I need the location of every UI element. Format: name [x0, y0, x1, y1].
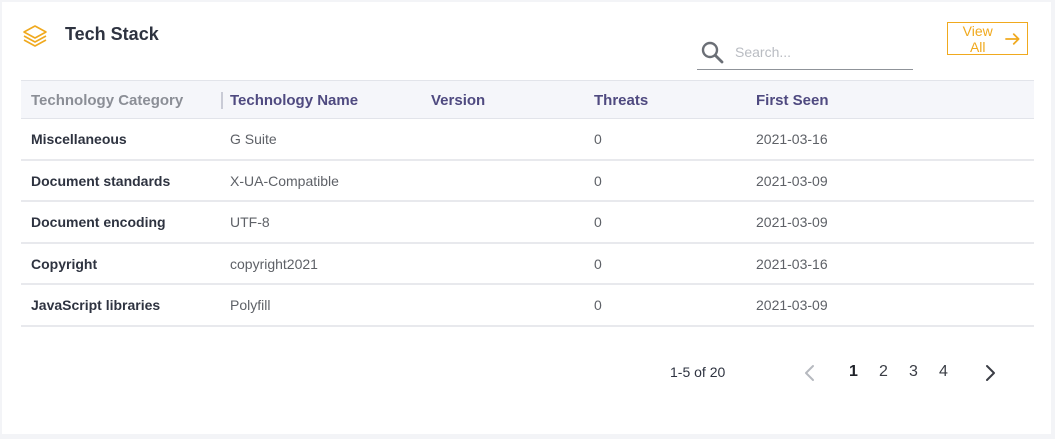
cell-category: Document encoding: [31, 214, 166, 230]
column-header-technology-category[interactable]: Technology Category: [31, 92, 183, 109]
page-title: Tech Stack: [65, 24, 159, 44]
page-3-button[interactable]: 3: [909, 363, 918, 381]
cell-category: Copyright: [31, 255, 98, 272]
column-resize-handle[interactable]: [221, 92, 223, 109]
chevron-right-icon[interactable]: [983, 363, 997, 383]
cell-threats: 0: [594, 214, 602, 230]
tech-stack-card: Tech Stack View All Technology Category …: [2, 2, 1051, 434]
column-header-threats[interactable]: Threats: [594, 92, 648, 109]
cell-threats: 0: [594, 172, 602, 189]
cell-first-seen: 2021-03-09: [756, 214, 828, 230]
cell-technology-name: G Suite: [230, 131, 277, 147]
search-icon[interactable]: [700, 40, 724, 64]
page-1-button[interactable]: 1: [849, 363, 858, 381]
pagination-range: 1-5 of 20: [670, 364, 726, 380]
page-4-button[interactable]: 4: [939, 363, 948, 381]
cell-category: Miscellaneous: [31, 131, 127, 147]
cell-threats: 0: [594, 131, 602, 147]
cell-threats: 0: [594, 297, 602, 313]
cell-first-seen: 2021-03-16: [756, 255, 828, 272]
table-row[interactable]: Document encoding UTF-8 0 2021-03-09: [21, 202, 1034, 244]
cell-category: JavaScript libraries: [31, 297, 161, 313]
cell-technology-name: Polyfill: [230, 297, 271, 313]
cell-first-seen: 2021-03-09: [756, 172, 828, 189]
search-input[interactable]: [735, 41, 905, 63]
cell-technology-name: UTF-8: [230, 214, 270, 230]
table-row[interactable]: JavaScript libraries Polyfill 0 2021-03-…: [21, 285, 1034, 327]
search-box[interactable]: [697, 38, 913, 70]
view-all-label: View All: [962, 22, 993, 55]
cell-first-seen: 2021-03-16: [756, 131, 828, 147]
chevron-left-icon[interactable]: [803, 363, 817, 383]
page-2-button[interactable]: 2: [879, 363, 888, 381]
cell-technology-name: copyright2021: [230, 255, 318, 272]
cell-category: Document standards: [31, 172, 171, 189]
column-header-first-seen[interactable]: First Seen: [756, 92, 829, 109]
arrow-right-icon: [1005, 32, 1020, 45]
layers-icon: [23, 25, 47, 47]
cell-threats: 0: [594, 255, 602, 272]
column-header-technology-name[interactable]: Technology Name: [230, 92, 358, 109]
table-row[interactable]: Copyright copyright2021 0 2021-03-16: [21, 244, 1034, 285]
table-row[interactable]: Document standards X-UA-Compatible 0 202…: [21, 161, 1034, 202]
view-all-button[interactable]: View All: [947, 22, 1028, 55]
cell-technology-name: X-UA-Compatible: [230, 172, 339, 189]
table-row[interactable]: Miscellaneous G Suite 0 2021-03-16: [21, 119, 1034, 161]
cell-first-seen: 2021-03-09: [756, 297, 828, 313]
tech-stack-table: Technology Category Technology Name Vers…: [21, 80, 1034, 327]
table-header: Technology Category Technology Name Vers…: [21, 80, 1034, 119]
column-header-version[interactable]: Version: [431, 92, 485, 109]
